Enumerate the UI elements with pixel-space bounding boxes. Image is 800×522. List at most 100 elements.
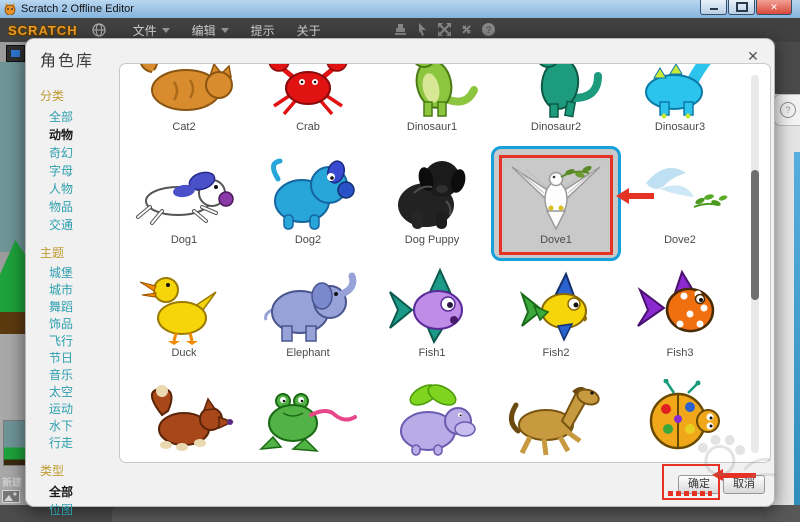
sprite-cell-duck[interactable]: Duck (122, 262, 246, 371)
fox-sprite-image (122, 375, 246, 459)
crab-sprite-image (246, 64, 370, 120)
right-panel-top (772, 42, 800, 94)
sprite-grid: Cat2 Crab Dinosaur1 Dinosaur2 Dinosaur3 … (119, 63, 771, 463)
svg-text:?: ? (486, 25, 491, 35)
sprite-cell-fox[interactable] (122, 375, 246, 462)
menu-about[interactable]: 关于 (297, 22, 321, 39)
sprite-name: Dog2 (294, 234, 322, 246)
stage-backdrop-sky (0, 62, 28, 252)
category-letters[interactable]: 字母 (49, 162, 120, 180)
new-backdrop-label: 新建 (2, 478, 22, 489)
photo-icon[interactable] (2, 490, 20, 503)
theme-sports[interactable]: 运动 (49, 401, 120, 418)
type-header: 类型 (40, 464, 65, 478)
help-tab-icon: ? (780, 102, 796, 118)
dinosaur1-sprite-image (370, 64, 494, 120)
window-title: Scratch 2 Offline Editor (21, 3, 134, 15)
grid-scrollbar-track[interactable] (751, 75, 759, 453)
theme-walking[interactable]: 行走 (49, 435, 120, 452)
fish2-sprite-image (494, 262, 618, 346)
theme-music[interactable]: 音乐 (49, 367, 120, 384)
close-window-button[interactable]: ✕ (756, 0, 792, 15)
language-globe-icon[interactable] (91, 23, 106, 37)
fish3-sprite-image (618, 262, 742, 346)
stage-panel-edge: 新建 (0, 42, 28, 505)
maximize-button[interactable] (728, 0, 755, 15)
sprite-cell-dog1[interactable]: Dog1 (122, 149, 246, 258)
duplicate-stamp-icon[interactable] (393, 22, 408, 37)
stage-backdrop-ground (0, 312, 28, 334)
sprite-cell-dog-puppy[interactable]: Dog Puppy (370, 149, 494, 258)
elephant-sprite-image (246, 262, 370, 346)
menu-file[interactable]: 文件 (133, 22, 170, 39)
cat2-sprite-image (122, 64, 246, 120)
theme-flying[interactable]: 飞行 (49, 333, 120, 350)
frog-sprite-image (246, 375, 370, 459)
sprite-name: Fish3 (666, 347, 694, 359)
theme-dressup[interactable]: 饰品 (49, 316, 120, 333)
sprite-cell-crab[interactable]: Crab (246, 64, 370, 145)
theme-header: 主题 (40, 246, 65, 260)
backdrop-thumbnail[interactable] (3, 420, 27, 466)
category-all[interactable]: 全部 (49, 108, 120, 126)
sprite-cell-dinosaur3[interactable]: Dinosaur3 (618, 64, 742, 145)
menu-edit[interactable]: 编辑 (192, 22, 229, 39)
sprite-cell-frog[interactable] (246, 375, 370, 462)
menu-tips[interactable]: 提示 (251, 22, 275, 39)
help-tab[interactable]: ? (774, 94, 800, 126)
scratch-logo: SCRATCH (8, 22, 78, 38)
sprite-name: Dinosaur1 (406, 121, 458, 133)
theme-space[interactable]: 太空 (49, 384, 120, 401)
sprite-cell-dog2[interactable]: Dog2 (246, 149, 370, 258)
category-people[interactable]: 人物 (49, 180, 120, 198)
dinosaur2-sprite-image (494, 64, 618, 120)
library-sidebar: 分类 全部 动物 奇幻 字母 人物 物品 交通 主题 城堡 城市 舞蹈 饰品 飞… (40, 87, 120, 522)
grid-scrollbar-thumb[interactable] (751, 170, 759, 300)
category-fantasy[interactable]: 奇幻 (49, 144, 120, 162)
scripts-pane-edge (112, 507, 762, 522)
sprite-cell-dove2[interactable]: Dove2 (618, 149, 742, 258)
minimize-button[interactable] (700, 0, 727, 15)
stage-thumbnail-icon[interactable] (6, 45, 25, 62)
dog-puppy-sprite-image (370, 149, 494, 233)
sprite-cell-cat2[interactable]: Cat2 (122, 64, 246, 145)
flying-hippo-sprite-image (370, 375, 494, 459)
cursor-icon[interactable] (415, 22, 430, 37)
type-bitmap[interactable]: 位图 (49, 501, 120, 519)
grow-icon[interactable] (437, 22, 452, 37)
sprite-cell-dinosaur1[interactable]: Dinosaur1 (370, 64, 494, 145)
bottom-panel-edge (0, 505, 800, 522)
sprite-cell-flying-hippo[interactable] (370, 375, 494, 462)
sprite-cell-horse[interactable] (494, 375, 618, 462)
theme-dance[interactable]: 舞蹈 (49, 299, 120, 316)
sprite-name: Dove2 (664, 234, 696, 246)
bottom-right-edge (762, 505, 800, 522)
scratch-cat-icon (4, 3, 16, 15)
dialog-title: 角色库 (40, 53, 95, 70)
category-transport[interactable]: 交通 (49, 216, 120, 234)
sprite-cell-fish1[interactable]: Fish1 (370, 262, 494, 371)
theme-city[interactable]: 城市 (49, 282, 120, 299)
fish1-sprite-image (370, 262, 494, 346)
type-all[interactable]: 全部 (49, 483, 120, 501)
shrink-icon[interactable] (459, 22, 474, 37)
sprite-cell-fish3[interactable]: Fish3 (618, 262, 742, 371)
sprite-cell-elephant[interactable]: Elephant (246, 262, 370, 371)
help-icon[interactable]: ? (481, 22, 496, 37)
sprite-name: Dinosaur2 (530, 121, 582, 133)
category-animals[interactable]: 动物 (49, 126, 120, 144)
theme-castle[interactable]: 城堡 (49, 265, 120, 282)
window-titlebar: Scratch 2 Offline Editor ✕ (0, 0, 800, 19)
right-panel-edge: ? (772, 42, 800, 505)
sprite-cell-fish2[interactable]: Fish2 (494, 262, 618, 371)
sprite-name: Fish2 (542, 347, 570, 359)
horse-sprite-image (494, 375, 618, 459)
category-things[interactable]: 物品 (49, 198, 120, 216)
dove2-sprite-image (618, 149, 742, 233)
theme-underwater[interactable]: 水下 (49, 418, 120, 435)
sprite-cell-dinosaur2[interactable]: Dinosaur2 (494, 64, 618, 145)
chevron-down-icon (220, 27, 229, 33)
dog1-sprite-image (122, 149, 246, 233)
theme-holiday[interactable]: 节日 (49, 350, 120, 367)
sprite-name: Cat2 (172, 121, 196, 133)
